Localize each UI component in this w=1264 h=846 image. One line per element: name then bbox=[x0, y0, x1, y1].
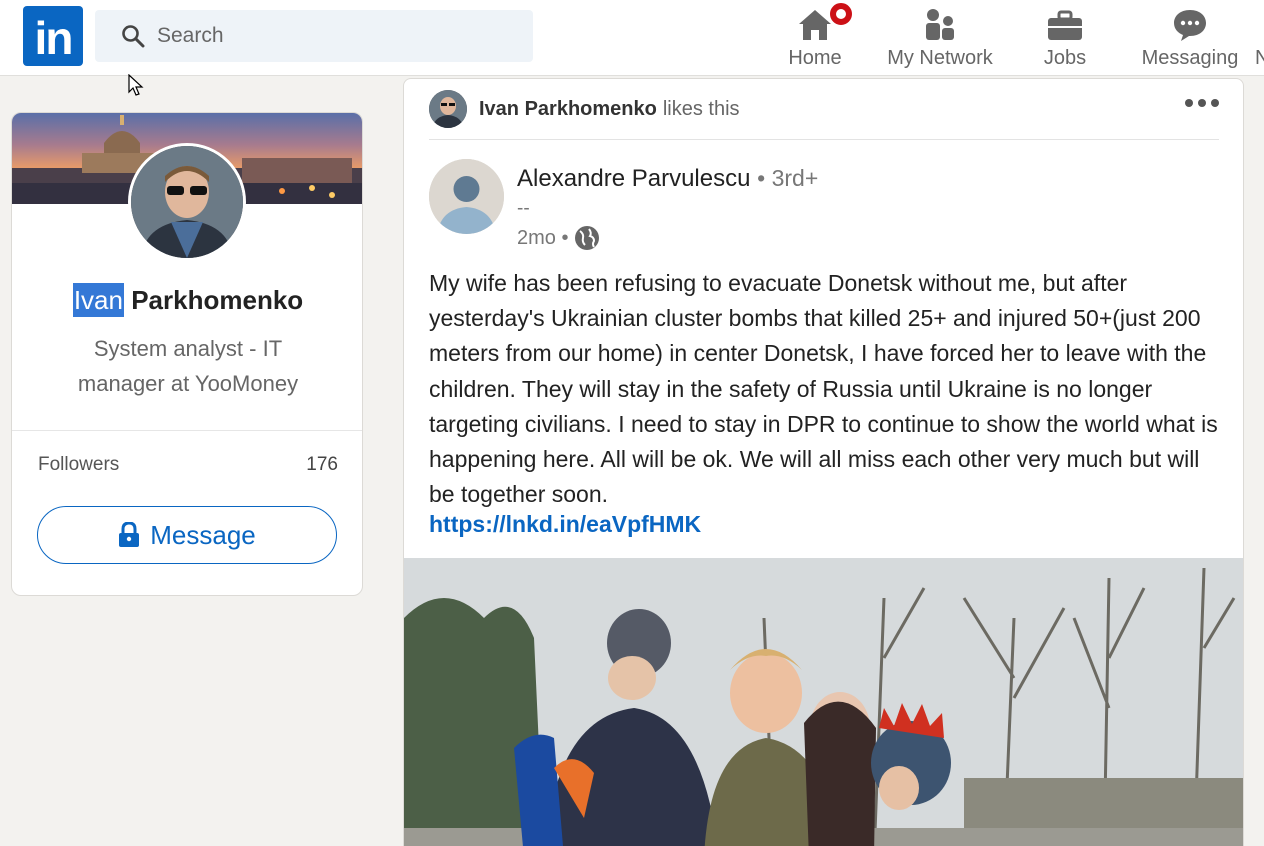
author-name[interactable]: Alexandre Parvulescu bbox=[517, 165, 750, 192]
followers-row[interactable]: Followers 176 bbox=[38, 454, 338, 476]
liker-name[interactable]: Ivan Parkhomenko bbox=[479, 98, 657, 121]
profile-card: Ivan Parkhomenko System analyst - IT man… bbox=[11, 112, 363, 596]
nav-home[interactable]: Home bbox=[783, 0, 855, 76]
nav-home-label: Home bbox=[788, 47, 842, 69]
message-button-label: Message bbox=[150, 519, 256, 550]
notification-badge bbox=[827, 0, 855, 28]
more-options-icon[interactable] bbox=[1185, 99, 1219, 107]
search-box[interactable] bbox=[95, 10, 533, 62]
profile-name: Ivan Parkhomenko bbox=[12, 283, 362, 317]
author-avatar[interactable] bbox=[429, 159, 504, 234]
post-meta: 2mo • bbox=[517, 225, 600, 251]
message-button[interactable]: Message bbox=[37, 506, 337, 564]
nav-overflow-item[interactable]: N bbox=[1255, 0, 1264, 76]
social-activity-header: Ivan Parkhomenko likes this bbox=[429, 89, 740, 129]
mouse-cursor-icon bbox=[128, 74, 144, 96]
liker-avatar[interactable] bbox=[429, 90, 467, 128]
liker-action: likes this bbox=[662, 97, 740, 120]
search-icon bbox=[122, 25, 145, 48]
family-photo-image bbox=[404, 558, 1243, 846]
nav-messaging-label: Messaging bbox=[1141, 47, 1239, 69]
people-icon bbox=[923, 0, 957, 42]
search-input[interactable] bbox=[157, 24, 517, 48]
nav-my-network-label: My Network bbox=[887, 47, 993, 69]
connection-degree: • 3rd+ bbox=[757, 165, 819, 191]
lock-icon bbox=[119, 522, 140, 547]
globe-icon bbox=[575, 226, 600, 250]
followers-count: 176 bbox=[306, 454, 338, 475]
nav-my-network[interactable]: My Network bbox=[880, 0, 1000, 76]
post-text: My wife has been refusing to evacuate Do… bbox=[429, 270, 1218, 508]
profile-headline: System analyst - IT manager at YooMoney bbox=[77, 336, 299, 396]
briefcase-icon bbox=[1047, 0, 1083, 42]
post-age: 2mo • bbox=[517, 226, 569, 249]
profile-last-name: Parkhomenko bbox=[131, 285, 304, 315]
home-icon bbox=[797, 0, 855, 42]
nav-jobs-label: Jobs bbox=[1043, 47, 1087, 69]
nav-overflow-label: N bbox=[1255, 47, 1264, 69]
post-divider bbox=[429, 139, 1219, 140]
post-link[interactable]: https://lnkd.in/eaVpfHMK bbox=[429, 511, 701, 538]
author-headline: -- bbox=[517, 198, 530, 219]
chat-icon bbox=[1172, 0, 1208, 42]
profile-divider bbox=[12, 430, 362, 431]
profile-first-name: Ivan bbox=[72, 283, 124, 317]
followers-label: Followers bbox=[38, 454, 120, 475]
nav-messaging[interactable]: Messaging bbox=[1138, 0, 1242, 76]
profile-avatar[interactable] bbox=[128, 143, 246, 261]
author-line: Alexandre Parvulescu • 3rd+ bbox=[517, 165, 818, 193]
nav-jobs[interactable]: Jobs bbox=[1034, 0, 1096, 76]
top-navigation-bar: in Home My Network bbox=[0, 0, 1264, 76]
feed-post: Ivan Parkhomenko likes this Alexandre Pa… bbox=[403, 78, 1244, 846]
post-photo[interactable] bbox=[404, 558, 1243, 846]
linkedin-logo[interactable]: in bbox=[23, 6, 83, 66]
